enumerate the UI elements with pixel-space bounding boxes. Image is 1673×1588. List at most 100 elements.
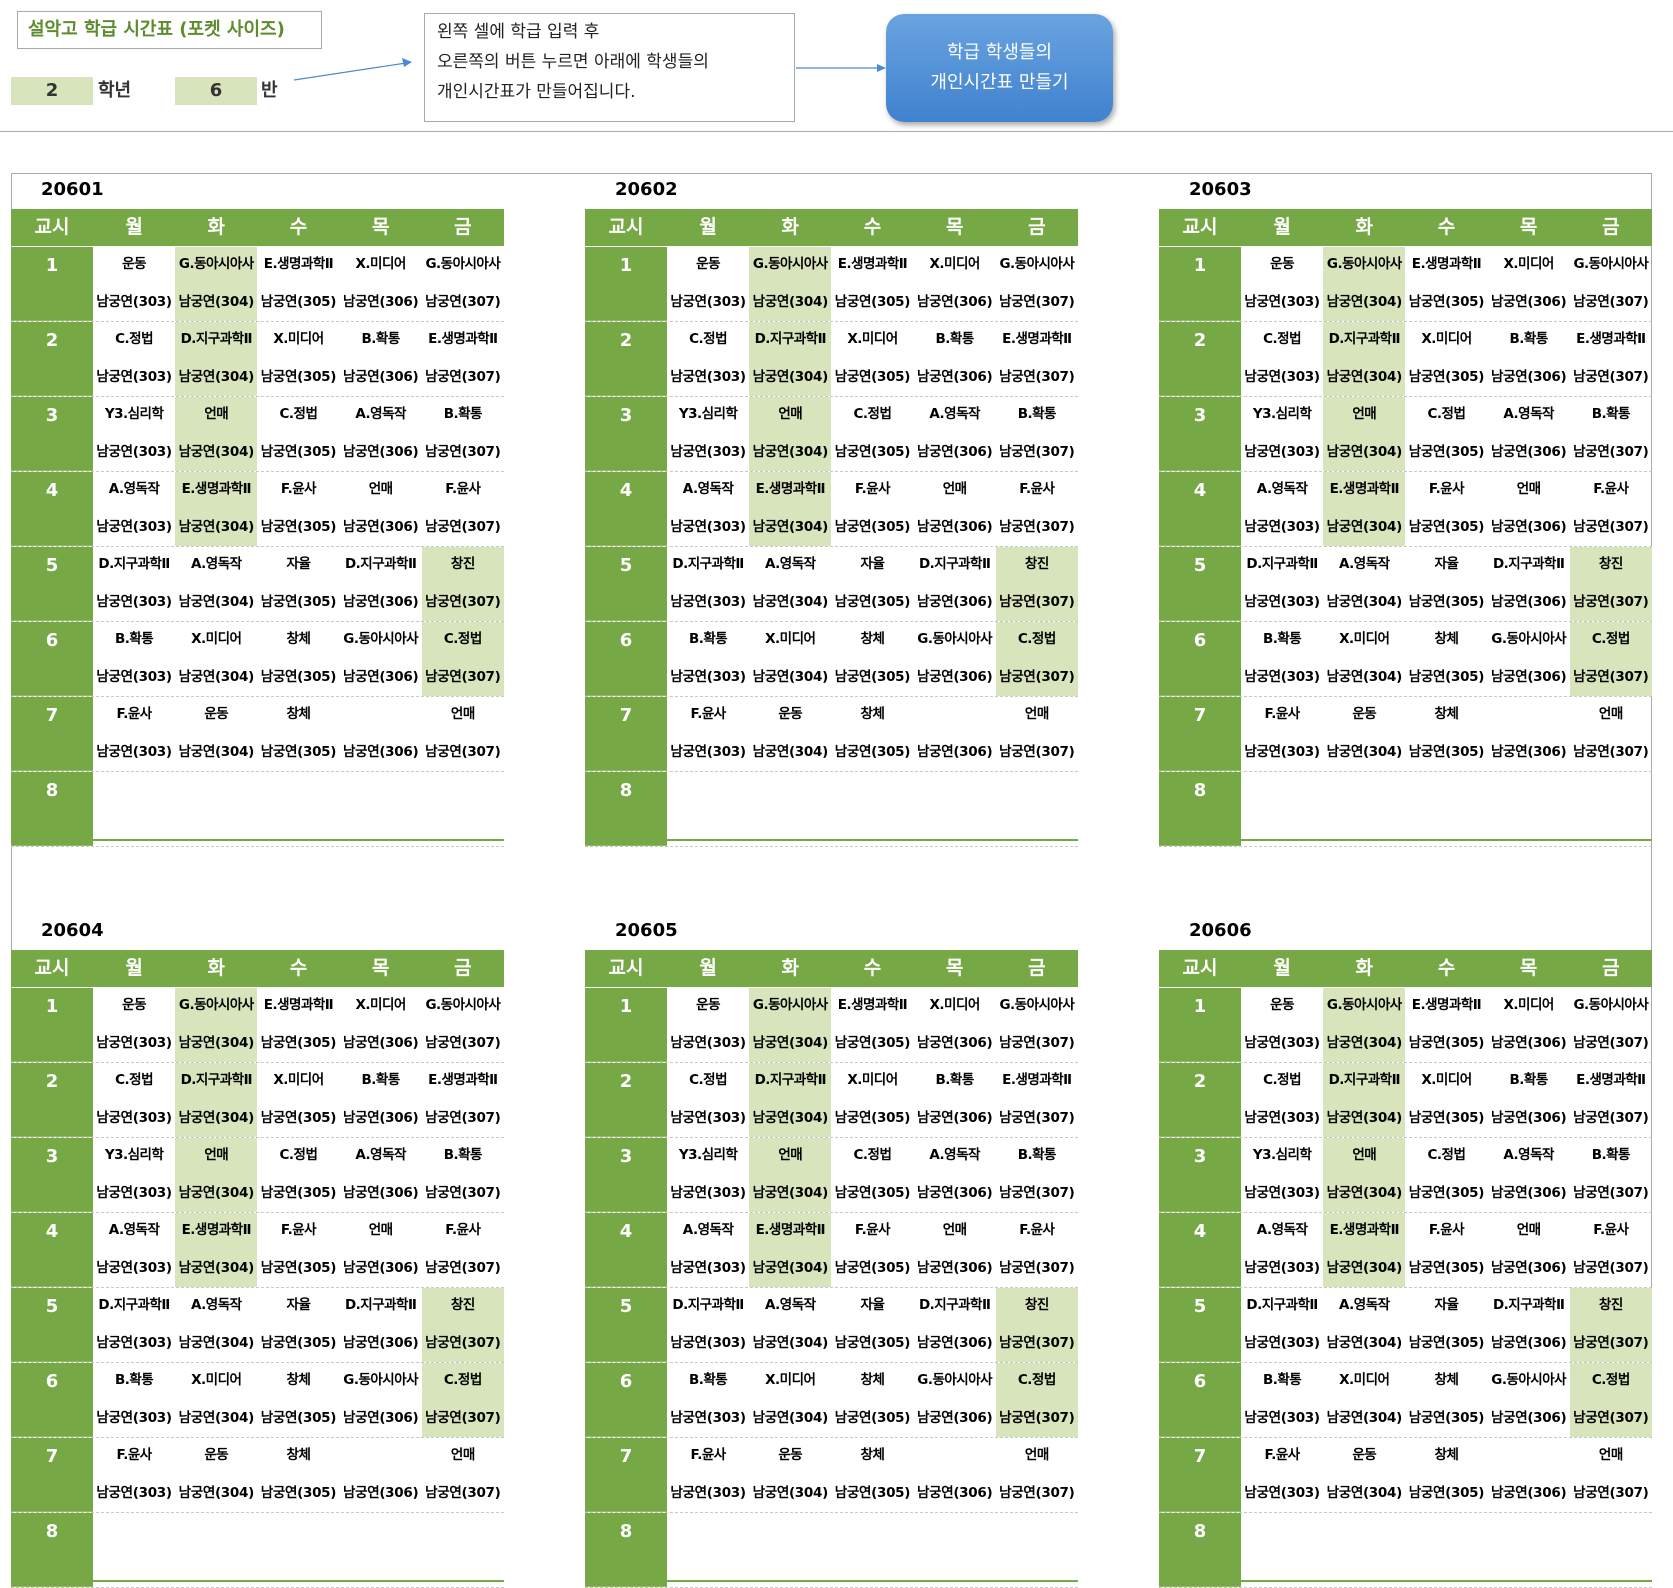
class-cell[interactable]: G.동아시아사 남궁연(304) [175,247,258,321]
class-cell[interactable]: 자율 남궁연(305) [831,547,913,621]
class-cell[interactable]: X.미디어 남궁연(304) [1323,622,1405,696]
class-cell[interactable]: E.생명과학Ⅱ 남궁연(307) [996,322,1078,396]
class-cell[interactable]: E.생명과학Ⅱ 남궁연(307) [996,1063,1078,1137]
class-cell[interactable]: F.윤사 남궁연(305) [831,472,913,546]
class-cell[interactable]: F.윤사 남궁연(307) [996,472,1078,546]
class-cell[interactable]: 언매 남궁연(306) [340,472,422,546]
class-cell[interactable]: X.미디어 남궁연(304) [1323,1363,1405,1437]
class-cell[interactable]: 운동 남궁연(303) [93,247,175,321]
class-cell[interactable]: C.정법 남궁연(303) [1241,1063,1323,1137]
class-cell[interactable]: G.동아시아사 남궁연(307) [422,247,504,321]
class-cell[interactable] [1241,1513,1323,1587]
class-cell[interactable]: B.확통 남궁연(307) [996,1138,1078,1212]
class-cell[interactable] [1488,1513,1570,1587]
class-cell[interactable]: E.생명과학Ⅱ 남궁연(305) [831,988,913,1062]
class-cell[interactable]: 운동 남궁연(304) [175,697,257,771]
class-cell[interactable]: X.미디어 남궁연(305) [831,1063,913,1137]
class-cell[interactable]: C.정법 남궁연(305) [831,397,913,471]
class-cell[interactable]: 언매 남궁연(306) [1488,1213,1570,1287]
class-cell[interactable]: C.정법 남궁연(305) [257,1138,339,1212]
class-cell[interactable]: G.동아시아사 남궁연(304) [749,247,832,321]
class-cell[interactable]: D.지구과학Ⅱ 남궁연(306) [914,1288,996,1362]
class-cell[interactable]: A.영독작 남궁연(306) [340,1138,422,1212]
class-cell[interactable]: A.영독작 남궁연(306) [1488,1138,1570,1212]
class-cell[interactable] [1323,1513,1405,1587]
class-cell[interactable]: 언매 남궁연(307) [1570,697,1652,771]
class-cell[interactable]: E.생명과학Ⅱ 남궁연(305) [1405,988,1487,1062]
class-cell[interactable]: 남궁연(306) [1488,697,1570,771]
class-cell[interactable]: A.영독작 남궁연(303) [1241,472,1323,546]
class-cell[interactable]: G.동아시아사 남궁연(306) [340,1363,422,1437]
class-cell[interactable]: F.윤사 남궁연(307) [996,1213,1078,1287]
class-cell[interactable]: 자율 남궁연(305) [257,1288,339,1362]
class-cell[interactable]: C.정법 남궁연(305) [1405,397,1487,471]
class-cell[interactable] [340,1513,422,1587]
class-cell[interactable]: 운동 남궁연(303) [1241,988,1323,1062]
class-cell[interactable]: G.동아시아사 남궁연(306) [340,622,422,696]
class-cell[interactable]: G.동아시아사 남궁연(304) [1323,988,1406,1062]
class-cell[interactable]: A.영독작 남궁연(304) [1323,547,1405,621]
class-cell[interactable]: 남궁연(306) [914,1438,996,1512]
class-cell[interactable]: 언매 남궁연(307) [422,697,504,771]
class-cell[interactable]: D.지구과학Ⅱ 남궁연(304) [1323,1063,1406,1137]
class-cell[interactable]: B.확통 남궁연(306) [914,1063,996,1137]
class-cell[interactable]: A.영독작 남궁연(303) [93,1213,175,1287]
class-cell[interactable]: D.지구과학Ⅱ 남궁연(303) [93,547,175,621]
class-cell[interactable]: 운동 남궁연(303) [1241,247,1323,321]
class-cell[interactable]: X.미디어 남궁연(306) [1488,988,1570,1062]
class-cell[interactable] [914,772,996,846]
class-cell[interactable]: 언매 남궁연(307) [996,697,1078,771]
class-cell[interactable]: C.정법 남궁연(307) [421,1363,504,1437]
class-cell[interactable]: A.영독작 남궁연(303) [1241,1213,1323,1287]
class-cell[interactable]: 창체 남궁연(305) [1405,1363,1487,1437]
class-cell[interactable]: G.동아시아사 남궁연(307) [996,247,1078,321]
class-cell[interactable]: C.정법 남궁연(307) [421,622,504,696]
class-cell[interactable]: E.생명과학Ⅱ 남궁연(305) [831,247,913,321]
class-cell[interactable]: X.미디어 남궁연(304) [749,622,831,696]
class-cell[interactable]: B.확통 남궁연(303) [1241,1363,1323,1437]
class-cell[interactable]: F.윤사 남궁연(303) [1241,697,1323,771]
class-cell[interactable]: C.정법 남궁연(307) [995,1363,1078,1437]
class-cell[interactable]: 창체 남궁연(305) [831,622,913,696]
class-cell[interactable]: F.윤사 남궁연(303) [1241,1438,1323,1512]
class-cell[interactable]: D.지구과학Ⅱ 남궁연(306) [340,547,422,621]
class-cell[interactable]: X.미디어 남궁연(305) [257,1063,339,1137]
class-cell[interactable]: 자율 남궁연(305) [831,1288,913,1362]
class-cell[interactable]: B.확통 남궁연(307) [1570,397,1652,471]
class-cell[interactable]: A.영독작 남궁연(304) [749,547,831,621]
class-cell[interactable]: A.영독작 남궁연(304) [175,1288,257,1362]
class-cell[interactable]: B.확통 남궁연(303) [667,1363,749,1437]
class-cell[interactable]: Y3.심리학 남궁연(303) [93,1138,175,1212]
class-cell[interactable] [749,1513,831,1587]
class-cell[interactable] [1405,1513,1487,1587]
class-cell[interactable]: D.지구과학Ⅱ 남궁연(303) [1241,547,1323,621]
class-cell[interactable]: E.생명과학Ⅱ 남궁연(305) [257,247,339,321]
class-cell[interactable] [93,772,175,846]
class-cell[interactable]: F.윤사 남궁연(307) [1570,472,1652,546]
class-cell[interactable]: E.생명과학Ⅱ 남궁연(305) [1405,247,1487,321]
class-cell[interactable]: X.미디어 남궁연(305) [831,322,913,396]
class-cell[interactable]: C.정법 남궁연(303) [93,1063,175,1137]
class-cell[interactable]: X.미디어 남궁연(306) [340,247,422,321]
class-cell[interactable]: 운동 남궁연(303) [667,988,749,1062]
class-cell[interactable]: 남궁연(306) [914,697,996,771]
class-cell[interactable]: B.확통 남궁연(307) [422,1138,504,1212]
class-cell[interactable]: 언매 남궁연(304) [749,1138,832,1212]
class-cell[interactable]: D.지구과학Ⅱ 남궁연(304) [175,322,258,396]
class-cell[interactable]: A.영독작 남궁연(304) [749,1288,831,1362]
class-cell[interactable]: F.윤사 남궁연(303) [667,697,749,771]
class-cell[interactable]: Y3.심리학 남궁연(303) [667,397,749,471]
class-cell[interactable]: G.동아시아사 남궁연(304) [749,988,832,1062]
class-cell[interactable]: D.지구과학Ⅱ 남궁연(303) [667,547,749,621]
class-cell[interactable]: D.지구과학Ⅱ 남궁연(303) [93,1288,175,1362]
class-cell[interactable]: B.확통 남궁연(306) [914,322,996,396]
class-cell[interactable]: 자율 남궁연(305) [257,547,339,621]
class-cell[interactable]: C.정법 남궁연(305) [831,1138,913,1212]
class-cell[interactable] [1405,772,1487,846]
class-cell[interactable]: X.미디어 남궁연(305) [1405,1063,1487,1137]
class-cell[interactable]: A.영독작 남궁연(303) [93,472,175,546]
class-cell[interactable]: B.확통 남궁연(306) [1488,1063,1570,1137]
class-cell[interactable]: F.윤사 남궁연(303) [93,697,175,771]
class-cell[interactable]: G.동아시아사 남궁연(307) [1570,988,1652,1062]
class-cell[interactable]: B.확통 남궁연(303) [667,622,749,696]
